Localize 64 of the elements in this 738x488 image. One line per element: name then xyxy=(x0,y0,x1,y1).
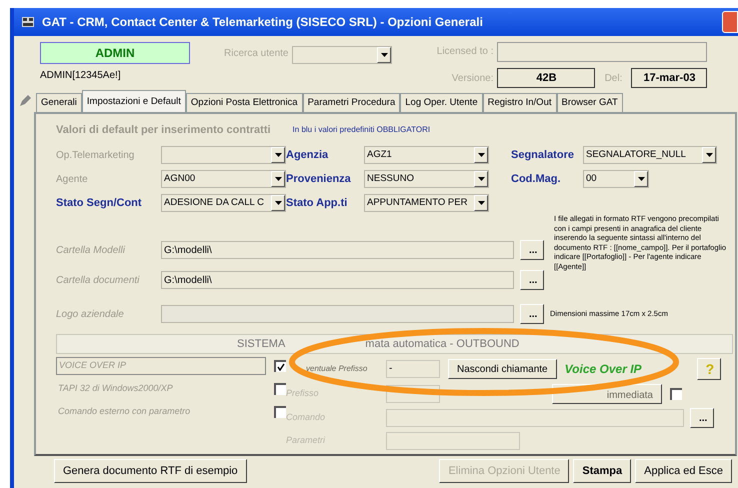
mode-label: TAPI 32 di Windows2000/XP xyxy=(57,382,174,396)
field-label: Op.Telemarketing xyxy=(56,148,136,162)
field-label: ventuale Prefisso xyxy=(305,363,368,375)
field-label: Segnalatore xyxy=(511,148,575,163)
browse-button[interactable]: ... xyxy=(690,408,714,428)
checkbox[interactable] xyxy=(274,406,286,418)
date-label: Del: xyxy=(604,72,624,86)
browse-button[interactable]: ... xyxy=(520,240,544,260)
pencil-icon xyxy=(18,94,32,108)
date-field: 17-mar-03 xyxy=(631,68,708,88)
dropdown[interactable]: AGN00 xyxy=(161,170,286,188)
field-label: Logo aziendale xyxy=(56,308,125,322)
tab[interactable]: Parametri Procedura xyxy=(302,93,400,112)
app-icon xyxy=(22,17,34,27)
tab[interactable]: Browser GAT xyxy=(556,93,623,112)
window-title: GAT - CRM, Contact Center & Telemarketing (SISECO SRL) - Opzioni Generali xyxy=(42,14,484,31)
path-field[interactable]: G:\modelli\ xyxy=(161,241,514,259)
path-field[interactable]: G:\modelli\ xyxy=(161,271,514,289)
params-field[interactable] xyxy=(386,432,520,450)
field-label: Stato Segn/Cont xyxy=(56,196,143,211)
licensed-label: Licensed to : xyxy=(436,45,494,60)
dropdown[interactable]: APPUNTAMENTO PER xyxy=(364,194,489,212)
dropdown[interactable]: 00 xyxy=(583,170,649,188)
mode-label: Comando esterno con parametro xyxy=(57,405,192,418)
field-label: Provenienza xyxy=(286,172,352,187)
tab[interactable]: Opzioni Posta Elettronica xyxy=(186,93,303,112)
required-note: In blu i valori predefiniti OBBLIGATORI xyxy=(292,124,430,136)
close-icon[interactable] xyxy=(722,11,738,33)
hide-caller-button[interactable]: Nascondi chiamante xyxy=(448,359,557,379)
dropdown[interactable] xyxy=(292,46,392,64)
user-code: ADMIN[12345Ae!] xyxy=(40,69,122,83)
tab[interactable]: Impostazioni e Default xyxy=(82,90,186,112)
tab[interactable]: Log Oper. Utente xyxy=(400,93,483,112)
mode-name: Voice Over IP xyxy=(564,361,643,378)
field-label: Cartella documenti xyxy=(56,274,140,288)
field-label: Cartella Modelli xyxy=(56,244,126,258)
checkbox[interactable] xyxy=(670,388,682,400)
checkbox[interactable] xyxy=(274,383,286,395)
section-title: SISTEMA xyxy=(237,336,286,352)
search-label: Ricerca utente xyxy=(224,47,288,61)
dropdown[interactable]: ADESIONE DA CALL C xyxy=(161,194,286,212)
version-field: 42B xyxy=(497,68,596,88)
field-label: Agente xyxy=(56,172,89,186)
section-title: mata automatica - OUTBOUND xyxy=(365,336,520,352)
footer-button[interactable]: Genera documento RTF di esempio xyxy=(54,459,247,483)
checkbox[interactable] xyxy=(274,360,286,372)
tab[interactable]: Registro In/Out xyxy=(482,93,556,112)
footer-button[interactable]: Applica ed Esce xyxy=(635,459,732,483)
command-field[interactable] xyxy=(386,409,684,427)
mode-label: VOICE OVER IP xyxy=(56,357,266,375)
footer-button[interactable]: Stampa xyxy=(573,459,632,483)
field-label: Cod.Mag. xyxy=(511,172,562,187)
user-badge: ADMIN xyxy=(40,42,190,64)
prefix-field[interactable] xyxy=(386,385,440,403)
browse-button[interactable]: ... xyxy=(520,270,544,290)
dropdown[interactable]: AGZ1 xyxy=(364,146,489,164)
dropdown[interactable]: SEGNALATORE_NULL xyxy=(583,146,717,164)
field-label: Agenzia xyxy=(286,148,330,163)
tab[interactable]: Generali xyxy=(36,93,82,112)
prefix-field[interactable]: - xyxy=(386,360,440,378)
version-label: Versione: xyxy=(450,72,494,86)
dropdown[interactable]: NESSUNO xyxy=(364,170,489,188)
field-label: Stato App.ti xyxy=(286,196,348,211)
section-heading: Valori di default per inserimento contratti xyxy=(56,122,271,138)
